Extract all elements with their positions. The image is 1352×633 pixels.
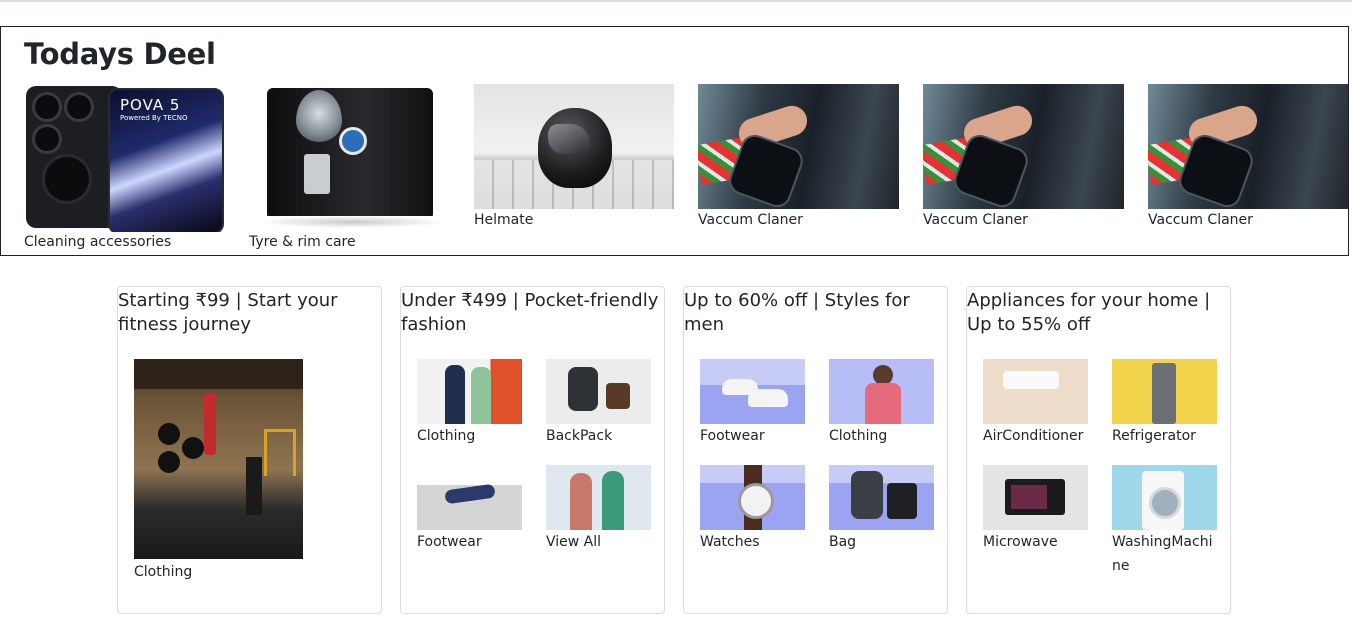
category-card-men: Up to 60% off | Styles for men Footwear … [683,286,948,614]
card-title: Starting ₹99 | Start your fitness journe… [118,290,338,335]
todays-deal-section: Todays Deel POVA 5 Powered By TECNO Clea… [0,26,1349,256]
tile-caption: View All [546,534,602,550]
couple-clothing-image[interactable] [417,359,522,424]
vacuum-image[interactable] [698,84,899,209]
watch-image[interactable] [700,465,805,530]
tile[interactable]: Microwave [983,465,1089,554]
tile[interactable]: AirConditioner [983,359,1089,448]
todays-deal-title: Todays Deel [24,37,216,71]
phone-image[interactable]: POVA 5 Powered By TECNO [24,84,224,232]
air-conditioner-image[interactable] [983,359,1088,424]
tile[interactable]: View All [546,465,652,554]
deal-caption: Vaccum Claner [698,212,803,228]
gym-image[interactable] [134,359,303,559]
tile[interactable]: Footwear [417,465,523,554]
tile[interactable]: Refrigerator [1112,359,1218,448]
deal-caption: Helmate [474,212,534,228]
sandals-image[interactable] [417,465,522,530]
category-card-appliances: Appliances for your home | Up to 55% off… [966,286,1231,614]
washing-machine-image[interactable] [1112,465,1217,530]
deal-caption: Cleaning accessories [24,234,172,250]
top-divider [0,0,1352,2]
deal-caption: Tyre & rim care [249,234,356,250]
tile-caption: WashingMachine [1112,534,1213,574]
category-card-fitness: Starting ₹99 | Start your fitness journe… [117,286,382,614]
backpack-image[interactable] [546,359,651,424]
tile-caption: Clothing [134,564,193,580]
vacuum-image[interactable] [1148,84,1348,209]
tile[interactable]: WashingMachine [1112,465,1218,578]
tile-caption: Refrigerator [1112,428,1196,444]
people-image[interactable] [546,465,651,530]
tile[interactable]: BackPack [546,359,652,448]
tile-caption: AirConditioner [983,428,1084,444]
tile-caption: Bag [829,534,857,550]
tile[interactable]: Watches [700,465,806,554]
water-purifier-image[interactable] [249,84,449,232]
tile[interactable]: Footwear [700,359,806,448]
tile-caption: BackPack [546,428,613,444]
tile-caption: Clothing [829,428,888,444]
tile-caption: Watches [700,534,760,550]
tile-caption: Footwear [417,534,482,550]
category-card-fashion: Under ₹499 | Pocket-friendly fashion Clo… [400,286,665,614]
man-clothing-image[interactable] [829,359,934,424]
helmet-image[interactable] [474,84,674,209]
sneakers-image[interactable] [700,359,805,424]
card-title: Under ₹499 | Pocket-friendly fashion [401,290,659,335]
card-title: Appliances for your home | Up to 55% off [967,290,1211,335]
vacuum-image[interactable] [923,84,1124,209]
tile-caption: Footwear [700,428,765,444]
tile-caption: Microwave [983,534,1058,550]
refrigerator-image[interactable] [1112,359,1217,424]
deal-caption: Vaccum Claner [923,212,1028,228]
bag-image[interactable] [829,465,934,530]
tile[interactable]: Clothing [829,359,935,448]
microwave-image[interactable] [983,465,1088,530]
tile[interactable]: Bag [829,465,935,554]
card-title: Up to 60% off | Styles for men [684,290,910,335]
tile-caption: Clothing [417,428,476,444]
tile[interactable]: Clothing [417,359,523,448]
deal-caption: Vaccum Claner [1148,212,1253,228]
